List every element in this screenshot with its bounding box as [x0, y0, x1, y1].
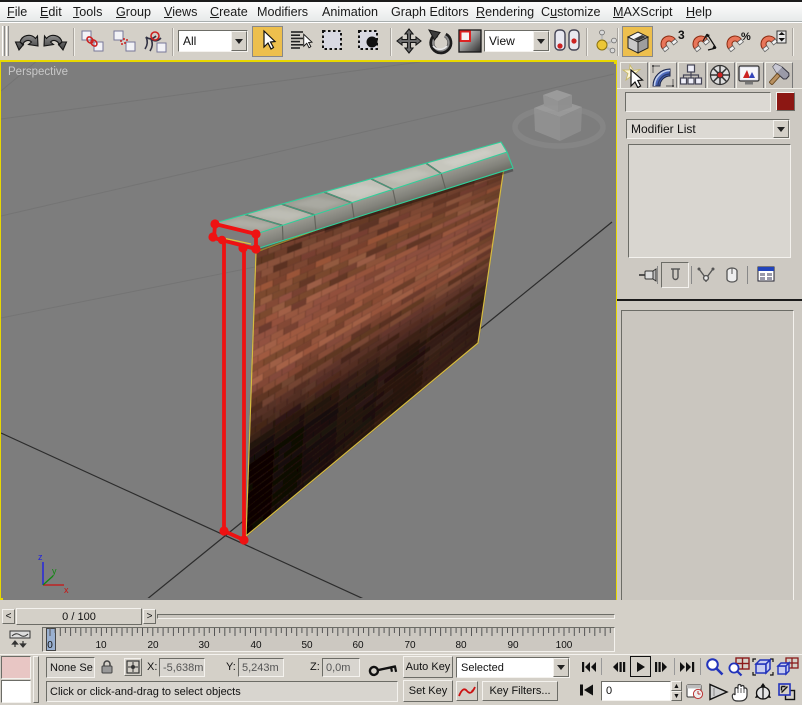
- svg-text:90: 90: [507, 640, 519, 651]
- svg-text:%: %: [741, 31, 751, 43]
- svg-text:x: x: [64, 585, 69, 595]
- svg-text:3: 3: [678, 28, 685, 42]
- svg-text:40: 40: [250, 640, 262, 651]
- svg-text:50: 50: [301, 640, 313, 651]
- svg-text:80: 80: [455, 640, 467, 651]
- svg-text:60: 60: [352, 640, 364, 651]
- svg-text:100: 100: [556, 640, 573, 651]
- svg-text:10: 10: [95, 640, 107, 651]
- svg-text:70: 70: [404, 640, 416, 651]
- svg-text:z: z: [38, 552, 43, 562]
- svg-text:Perspective: Perspective: [8, 66, 68, 78]
- svg-text:30: 30: [198, 640, 210, 651]
- svg-text:20: 20: [147, 640, 159, 651]
- svg-text:y: y: [52, 566, 57, 576]
- svg-text:0: 0: [47, 640, 53, 651]
